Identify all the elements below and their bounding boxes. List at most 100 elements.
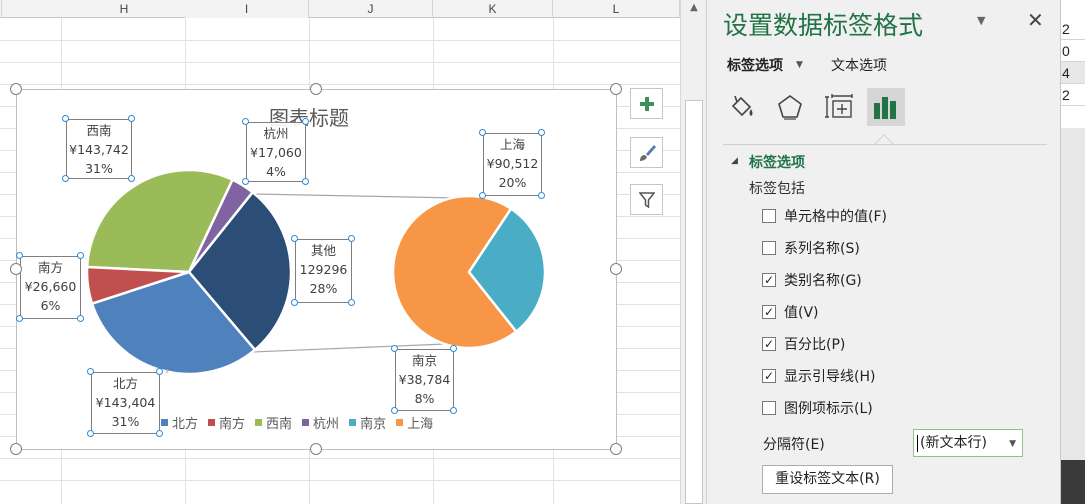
checkbox-value[interactable]: ✓	[762, 305, 776, 319]
chart-resize-handle[interactable]	[610, 263, 622, 275]
pie-of-pie-chart[interactable]: 图表标题 西南 ¥143,742 31% 杭州 ¥17,060 4% 其他 12…	[16, 89, 617, 450]
option-value-from-cells[interactable]: 单元格中的值(F)	[762, 206, 887, 226]
separator-selected-value: (新文本行)	[920, 435, 987, 451]
legend-item-shanghai[interactable]: 上海	[396, 413, 433, 432]
label-resize-handle[interactable]	[348, 299, 355, 306]
label-resize-handle[interactable]	[291, 235, 298, 242]
label-resize-handle[interactable]	[242, 178, 249, 185]
label-options-tab[interactable]	[867, 88, 905, 126]
checkbox-series-name[interactable]	[762, 241, 776, 255]
chart-filters-button[interactable]	[630, 184, 663, 215]
edge-cell[interactable]: 2	[1061, 84, 1085, 106]
chart-resize-handle[interactable]	[310, 443, 322, 455]
label-resize-handle[interactable]	[302, 118, 309, 125]
checkbox-percentage[interactable]: ✓	[762, 337, 776, 351]
main-pie[interactable]	[85, 168, 293, 376]
option-legend-key[interactable]: 图例项标示(L)	[762, 398, 873, 418]
data-label-name: 上海	[499, 137, 525, 152]
tab-label-options[interactable]: 标签选项	[727, 55, 783, 75]
option-percentage[interactable]: ✓ 百分比(P)	[762, 334, 845, 354]
chart-resize-handle[interactable]	[610, 83, 622, 95]
label-resize-handle[interactable]	[450, 407, 457, 414]
legend-item-nanjing[interactable]: 南京	[349, 413, 386, 432]
legend-item-south[interactable]: 南方	[208, 413, 245, 432]
label-resize-handle[interactable]	[391, 345, 398, 352]
data-label-shanghai[interactable]: 上海 ¥90,512 20%	[483, 133, 542, 196]
edge-cell[interactable]: 0	[1061, 40, 1085, 62]
chevron-down-icon[interactable]: ▼	[1009, 431, 1016, 457]
data-label-hangzhou[interactable]: 杭州 ¥17,060 4%	[246, 122, 306, 182]
data-label-other[interactable]: 其他 129296 28%	[295, 239, 352, 303]
column-header-i[interactable]: I	[185, 0, 309, 18]
legend-item-west[interactable]: 西南	[255, 413, 292, 432]
reset-label-text-button[interactable]: 重设标签文本(R)	[762, 465, 893, 494]
checkbox-value-from-cells[interactable]	[762, 209, 776, 223]
column-header-k[interactable]: K	[433, 0, 553, 18]
pane-close-icon[interactable]: ✕	[1027, 8, 1044, 32]
edge-cell[interactable]: 4	[1061, 62, 1085, 84]
add-chart-element-button[interactable]	[630, 88, 663, 119]
label-resize-handle[interactable]	[16, 252, 23, 259]
label-resize-handle[interactable]	[77, 252, 84, 259]
data-label-south[interactable]: 南方 ¥26,660 6%	[20, 256, 81, 319]
option-series-name[interactable]: 系列名称(S)	[762, 238, 860, 258]
separator-select[interactable]: (新文本行) ▼	[913, 429, 1023, 457]
label-resize-handle[interactable]	[62, 115, 69, 122]
chart-resize-handle[interactable]	[610, 443, 622, 455]
column-header-l[interactable]: L	[553, 0, 680, 18]
section-collapse-triangle-icon[interactable]: ◢	[731, 156, 738, 166]
secondary-pie[interactable]	[391, 194, 547, 350]
label-resize-handle[interactable]	[450, 345, 457, 352]
label-resize-handle[interactable]	[538, 129, 545, 136]
tab-label-options-chevron-down-icon[interactable]: ▼	[796, 60, 803, 70]
worksheet[interactable]: G H I J K L	[0, 0, 680, 504]
chart-resize-handle[interactable]	[310, 83, 322, 95]
section-title-label-options[interactable]: 标签选项	[749, 152, 805, 172]
data-label-north[interactable]: 北方 ¥143,404 31%	[91, 372, 160, 434]
label-resize-handle[interactable]	[128, 175, 135, 182]
legend-swatch	[396, 419, 404, 426]
tab-text-options[interactable]: 文本选项	[831, 55, 887, 75]
label-resize-handle[interactable]	[242, 118, 249, 125]
label-resize-handle[interactable]	[291, 299, 298, 306]
pane-options-chevron-down-icon[interactable]: ▼	[977, 14, 985, 27]
legend-item-north[interactable]: 北方	[161, 413, 198, 432]
size-properties-tab[interactable]	[820, 88, 858, 126]
legend-item-hangzhou[interactable]: 杭州	[302, 413, 339, 432]
data-label-name: 南方	[37, 260, 63, 275]
scrollbar-thumb[interactable]	[685, 100, 703, 504]
edge-cell[interactable]: 2	[1061, 18, 1085, 40]
checkbox-category-name[interactable]: ✓	[762, 273, 776, 287]
option-category-name[interactable]: ✓ 类别名称(G)	[762, 270, 862, 290]
label-resize-handle[interactable]	[16, 315, 23, 322]
label-resize-handle[interactable]	[77, 315, 84, 322]
label-resize-handle[interactable]	[479, 129, 486, 136]
chart-styles-button[interactable]	[630, 137, 663, 168]
checkbox-legend-key[interactable]	[762, 401, 776, 415]
chart-resize-handle[interactable]	[10, 443, 22, 455]
pentagon-icon	[778, 95, 802, 120]
label-resize-handle[interactable]	[479, 192, 486, 199]
data-label-value: ¥26,660	[24, 279, 77, 294]
scroll-up-arrow-icon[interactable]: ▲	[685, 0, 703, 16]
effects-tab[interactable]	[771, 88, 809, 126]
label-resize-handle[interactable]	[87, 430, 94, 437]
label-resize-handle[interactable]	[128, 115, 135, 122]
data-label-nanjing[interactable]: 南京 ¥38,784 8%	[395, 349, 454, 411]
chart-legend[interactable]: 北方 南方 西南 杭州 南京 上海	[161, 413, 433, 432]
fill-line-tab[interactable]	[723, 88, 761, 126]
label-resize-handle[interactable]	[348, 235, 355, 242]
option-value[interactable]: ✓ 值(V)	[762, 302, 819, 322]
chart-resize-handle[interactable]	[10, 263, 22, 275]
vertical-scrollbar[interactable]: ▲	[680, 0, 706, 504]
column-header-j[interactable]: J	[309, 0, 433, 18]
checkbox-show-leader-lines[interactable]: ✓	[762, 369, 776, 383]
label-resize-handle[interactable]	[302, 178, 309, 185]
label-resize-handle[interactable]	[62, 175, 69, 182]
label-resize-handle[interactable]	[156, 368, 163, 375]
option-show-leader-lines[interactable]: ✓ 显示引导线(H)	[762, 366, 875, 386]
chart-resize-handle[interactable]	[10, 83, 22, 95]
label-resize-handle[interactable]	[538, 192, 545, 199]
label-resize-handle[interactable]	[87, 368, 94, 375]
data-label-west[interactable]: 西南 ¥143,742 31%	[66, 119, 132, 179]
